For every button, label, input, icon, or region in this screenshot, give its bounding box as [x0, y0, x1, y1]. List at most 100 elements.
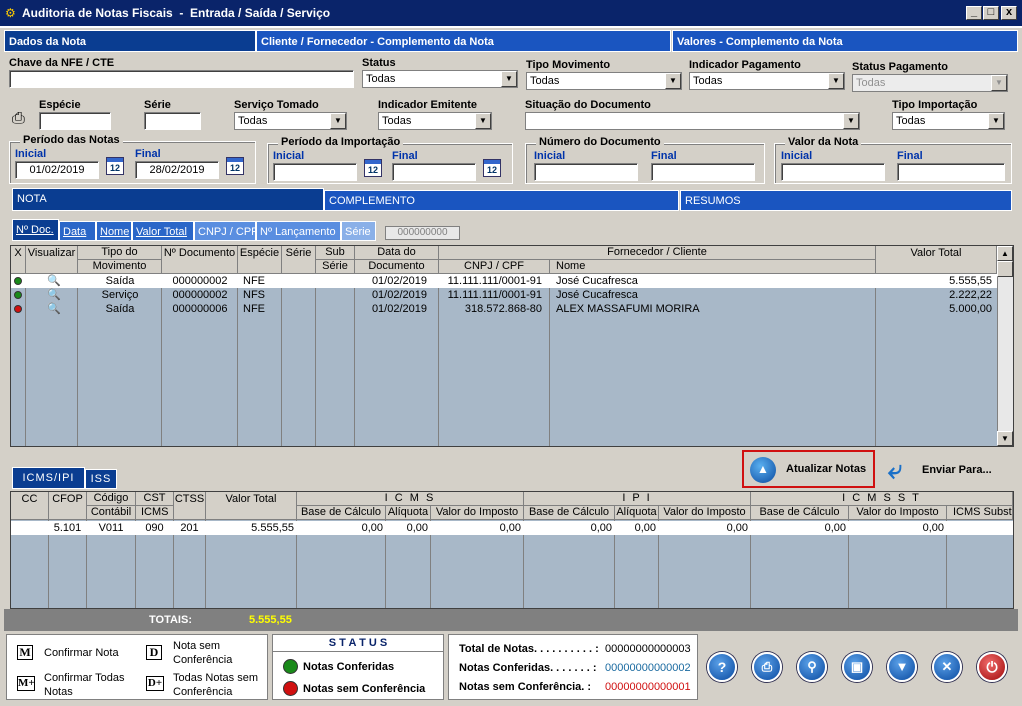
valor-inicial-input[interactable] — [781, 163, 885, 181]
col-icms-st[interactable]: I C M S S T — [751, 492, 1013, 506]
col-icms-substit[interactable]: ICMS Substit — [947, 506, 1013, 520]
magnifier-icon[interactable]: 🔍 — [47, 274, 63, 288]
status-pagamento-select[interactable]: Todas ▼ — [852, 74, 1008, 92]
col-ipi[interactable]: I P I — [524, 492, 751, 506]
minimize-button[interactable]: _ — [966, 6, 982, 20]
calendar-icon[interactable]: 12 — [106, 157, 124, 175]
enviar-para-button[interactable]: ⤶ Enviar Para... — [885, 454, 1000, 486]
col-icms-bc[interactable]: Base de Cálculo — [297, 506, 386, 520]
col-cst-2[interactable]: ICMS — [136, 506, 174, 520]
sort-tab-valor-total[interactable]: Valor Total — [132, 221, 194, 241]
calendar-icon[interactable]: 12 — [226, 157, 244, 175]
sort-tab-ndoc[interactable]: Nº Doc. — [12, 219, 59, 241]
close-button[interactable]: x — [1001, 6, 1017, 20]
table-row[interactable]: 🔍 Saída 000000006 NFE 01/02/2019 318.572… — [11, 302, 997, 316]
status-select[interactable]: Todas ▼ — [362, 70, 518, 88]
col-cst-1[interactable]: CST — [136, 492, 174, 506]
col-tipo-2[interactable]: Movimento — [78, 260, 162, 274]
tax-row[interactable]: 5.101 V011 090 201 5.555,55 0,00 0,00 0,… — [11, 521, 1013, 535]
col-serie[interactable]: Série — [282, 246, 316, 274]
sort-tab-nome[interactable]: Nome — [96, 221, 132, 241]
col-x[interactable]: X — [11, 246, 26, 274]
col-tipo-1[interactable]: Tipo do — [78, 246, 162, 260]
search-icon[interactable]: ⚲ — [797, 652, 827, 682]
col-visualizar[interactable]: Visualizar — [26, 246, 78, 274]
sort-tab-lancamento[interactable]: Nº Lançamento — [256, 221, 341, 241]
col-data-1[interactable]: Data do — [355, 246, 439, 260]
col-ndoc[interactable]: Nº Documento — [162, 246, 238, 274]
tab-dados-da-nota[interactable]: Dados da Nota — [4, 30, 256, 52]
col-ipi-aliq[interactable]: Alíquota — [615, 506, 659, 520]
col-valor-total[interactable]: Valor Total — [876, 246, 997, 274]
atualizar-notas-button[interactable]: ▲ Atualizar Notas — [742, 450, 875, 488]
col-cc[interactable]: CC — [11, 492, 49, 520]
especie-input[interactable] — [39, 112, 111, 130]
indicador-emitente-select[interactable]: Todas ▼ — [378, 112, 492, 130]
power-icon[interactable]: ⏻ — [977, 652, 1007, 682]
tab-resumos[interactable]: RESUMOS — [680, 190, 1012, 211]
calendar-icon[interactable]: 12 — [364, 159, 382, 177]
col-st-vi[interactable]: Valor do Imposto — [849, 506, 947, 520]
valor-final-input[interactable] — [897, 163, 1005, 181]
table-row[interactable]: 🔍 Serviço 000000002 NFS 01/02/2019 11.11… — [11, 288, 997, 302]
tab-icms-ipi[interactable]: ICMS/IPI — [12, 467, 85, 489]
scroll-up-button[interactable]: ▲ — [997, 246, 1013, 261]
scroll-down-button[interactable]: ▼ — [997, 431, 1013, 446]
sort-tab-cnpj[interactable]: CNPJ / CPF — [194, 221, 258, 241]
col-ipi-vi[interactable]: Valor do Imposto — [659, 506, 751, 520]
col-data-2[interactable]: Documento — [355, 260, 439, 274]
numero-inicial-input[interactable] — [534, 163, 638, 181]
importacao-inicial-input[interactable] — [273, 163, 357, 181]
periodo-inicial-input[interactable]: 01/02/2019 — [15, 161, 99, 179]
print-icon[interactable]: ⎙ — [752, 652, 782, 682]
tab-iss[interactable]: ISS — [85, 469, 117, 489]
clear-filter-icon[interactable]: ✕ — [932, 652, 962, 682]
periodo-final-input[interactable]: 28/02/2019 — [135, 161, 219, 179]
calendar-icon[interactable]: 12 — [483, 159, 501, 177]
col-ipi-bc[interactable]: Base de Cálculo — [524, 506, 615, 520]
scroll-thumb[interactable] — [997, 261, 1013, 277]
preview-icon[interactable]: ▣ — [842, 652, 872, 682]
sort-search-input[interactable]: 000000000 — [385, 226, 460, 240]
key-m-icon: M — [17, 645, 33, 660]
help-icon[interactable]: ? — [707, 652, 737, 682]
magnifier-icon[interactable]: 🔍 — [47, 288, 63, 302]
sort-tab-data[interactable]: Data — [59, 221, 96, 241]
maximize-button[interactable]: □ — [983, 6, 999, 20]
importacao-final-input[interactable] — [392, 163, 476, 181]
tipo-movimento-select[interactable]: Todas ▼ — [526, 72, 682, 90]
col-fornecedor[interactable]: Fornecedor / Cliente — [439, 246, 876, 260]
servico-tomado-select[interactable]: Todas ▼ — [234, 112, 347, 130]
col-nome[interactable]: Nome — [550, 260, 876, 274]
tab-complemento[interactable]: COMPLEMENTO — [324, 190, 679, 211]
magnifier-icon[interactable]: 🔍 — [47, 302, 63, 316]
tab-cliente-fornecedor[interactable]: Cliente / Fornecedor - Complemento da No… — [256, 30, 671, 52]
col-icms[interactable]: I C M S — [297, 492, 524, 506]
col-especie[interactable]: Espécie — [238, 246, 282, 274]
col-valor-total[interactable]: Valor Total — [206, 492, 297, 520]
col-codigo-1[interactable]: Código — [87, 492, 136, 506]
col-st-bc[interactable]: Base de Cálculo — [751, 506, 849, 520]
col-ctss[interactable]: CTSS — [174, 492, 206, 520]
tipo-importacao-select[interactable]: Todas ▼ — [892, 112, 1005, 130]
col-sub-2[interactable]: Série — [316, 260, 355, 274]
col-icms-aliq[interactable]: Alíquota — [386, 506, 431, 520]
col-sub-1[interactable]: Sub — [316, 246, 355, 260]
table-row[interactable]: 🔍 Saída 000000002 NFE 01/02/2019 11.111.… — [11, 274, 997, 288]
col-cnpj[interactable]: CNPJ / CPF — [439, 260, 550, 274]
tab-valores[interactable]: Valores - Complemento da Nota — [672, 30, 1018, 52]
sort-tab-serie[interactable]: Série — [341, 221, 376, 241]
numero-final-input[interactable] — [651, 163, 755, 181]
chave-input[interactable] — [9, 70, 354, 88]
row-especie: NFS — [243, 289, 265, 301]
indicador-pagamento-select[interactable]: Todas ▼ — [689, 72, 845, 90]
summary-total-value: 00000000000003 — [605, 643, 691, 655]
serie-input[interactable] — [144, 112, 201, 130]
tax-cfop: 5.101 — [53, 522, 82, 534]
col-cfop[interactable]: CFOP — [49, 492, 87, 520]
situacao-select[interactable]: ▼ — [525, 112, 860, 130]
col-codigo-2[interactable]: Contábil — [87, 506, 136, 520]
filter-icon[interactable]: ▼ — [887, 652, 917, 682]
tab-nota[interactable]: NOTA — [12, 188, 324, 211]
col-icms-vi[interactable]: Valor do Imposto — [431, 506, 524, 520]
